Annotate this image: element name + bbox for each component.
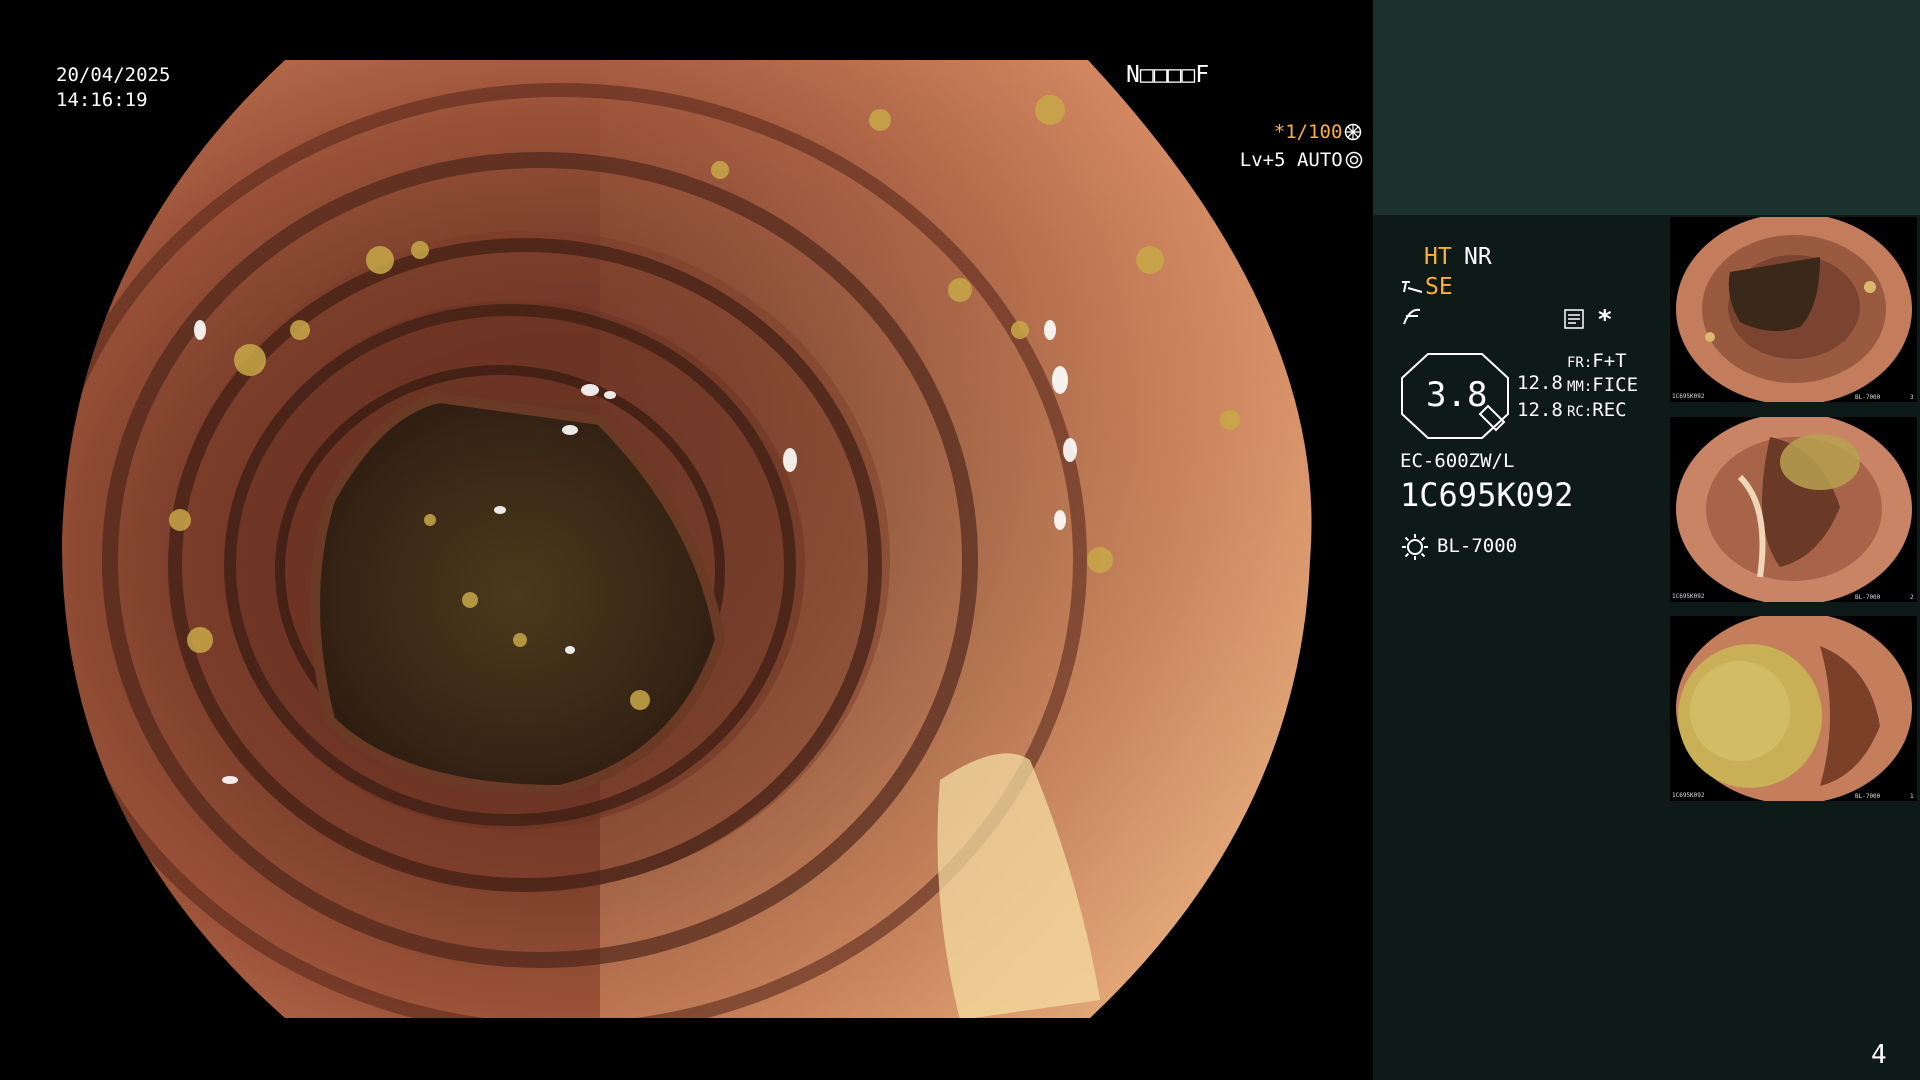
thumbnail-light: BL-7000 xyxy=(1855,394,1881,401)
thumbnail-light: BL-7000 xyxy=(1855,793,1881,800)
mm-label: MM: xyxy=(1567,379,1593,395)
fr-value: F+T xyxy=(1592,350,1627,372)
side-panel-header xyxy=(1373,0,1920,215)
auto-mode: AUTO xyxy=(1296,149,1343,171)
structure-enhance-icon xyxy=(1402,281,1423,293)
nr-indicator: NR xyxy=(1464,244,1492,270)
exposure-row: Lv+5 AUTO xyxy=(1194,127,1363,193)
thumbnail-index: 3 xyxy=(1910,394,1914,401)
mm-row: MM:FICE xyxy=(1567,374,1638,396)
page-number: 4 xyxy=(1871,1040,1887,1070)
rc-value: REC xyxy=(1592,399,1627,421)
scope-serial: 1C695K092 xyxy=(1400,476,1574,514)
fr-row: FR:F+T xyxy=(1567,350,1627,372)
thumbnail-light: BL-7000 xyxy=(1855,594,1881,601)
thumbnail-image xyxy=(1670,217,1917,402)
patient-code: N□□□□F xyxy=(1126,62,1210,88)
endoscopic-image xyxy=(61,60,1312,1018)
thumbnail-index: 2 xyxy=(1910,594,1914,601)
stat-top: 12.8 xyxy=(1517,372,1563,394)
endoscope-view: 20/04/2025 14:16:19 N□□□□F *1/100 Lv+5 A… xyxy=(0,0,1373,1080)
se-indicator: SE xyxy=(1425,274,1453,300)
thumbnail-serial: 1C695K092 xyxy=(1672,593,1705,600)
stat-bottom: 12.8 xyxy=(1517,399,1563,421)
light-source: BL-7000 xyxy=(1437,535,1518,557)
thumbnail-image xyxy=(1670,417,1917,602)
fr-label: FR: xyxy=(1567,355,1593,371)
thumbnail-index: 1 xyxy=(1910,793,1914,800)
thumbnail-3[interactable]: 1C695K092 BL-7000 3 xyxy=(1670,217,1917,402)
side-panel: HT NR SE * 3.8 12.8 12.8 FR:F+T MM:FICE … xyxy=(1373,0,1920,1080)
thumbnail-1[interactable]: 1C695K092 BL-7000 1 xyxy=(1670,616,1917,801)
exam-time: 14:16:19 xyxy=(56,89,148,111)
level-value: Lv+5 xyxy=(1239,149,1286,171)
thumbnail-serial: 1C695K092 xyxy=(1672,792,1705,799)
exam-date: 20/04/2025 xyxy=(56,64,171,86)
asterisk-indicator: * xyxy=(1597,305,1613,335)
mm-value: FICE xyxy=(1592,374,1639,396)
color-tone-icon xyxy=(1403,308,1421,325)
scope-model: EC-600ZW/L xyxy=(1400,450,1515,472)
thumbnail-2[interactable]: 1C695K092 BL-7000 2 xyxy=(1670,417,1917,602)
zoom-value: 3.8 xyxy=(1426,375,1488,415)
thumbnail-image xyxy=(1670,616,1917,801)
rc-label: RC: xyxy=(1567,404,1593,420)
ht-indicator: HT xyxy=(1424,244,1452,270)
auto-iris-icon xyxy=(1345,151,1362,169)
thumbnail-serial: 1C695K092 xyxy=(1672,393,1705,400)
light-source-icon xyxy=(1402,534,1428,560)
memo-icon xyxy=(1564,309,1584,329)
rc-row: RC:REC xyxy=(1567,399,1627,421)
